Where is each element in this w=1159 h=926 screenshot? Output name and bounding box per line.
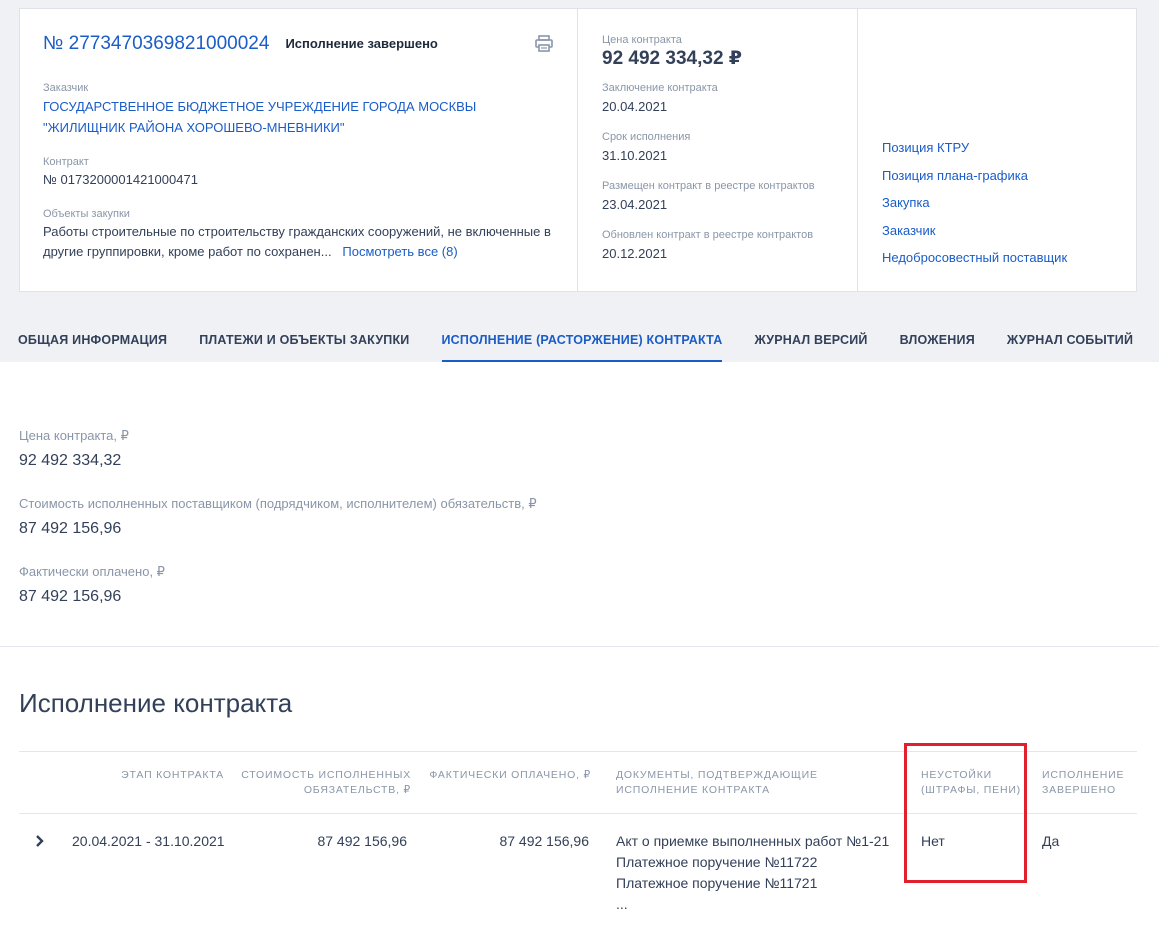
execution-table: ЭТАП КОНТРАКТА СТОИМОСТЬ ИСПОЛНЕННЫХ ОБЯ…: [19, 743, 1137, 912]
col-paid: ФАКТИЧЕСКИ ОПЛАЧЕНО, ₽: [429, 769, 591, 781]
execution-title: Исполнение контракта: [19, 688, 293, 718]
objects-description: Работы строительные по строительству гра…: [43, 224, 551, 259]
chevron-right-icon[interactable]: [33, 834, 47, 848]
tab-versions[interactable]: ЖУРНАЛ ВЕРСИЙ: [754, 320, 867, 362]
summary-paid-value: 87 492 156,96: [19, 588, 122, 605]
objects-text: Работы строительные по строительству гра…: [43, 222, 553, 262]
summary-paid: Фактически оплачено, ₽ 87 492 156,96: [19, 564, 165, 607]
customer-label: Заказчик: [43, 82, 89, 94]
term-label: Срок исполнения: [602, 131, 691, 143]
tab-payments[interactable]: ПЛАТЕЖИ И ОБЪЕКТЫ ЗАКУПКИ: [199, 320, 409, 362]
summary-fulfilled-label: Стоимость исполненных поставщиком (подря…: [19, 496, 537, 511]
section-divider: [0, 646, 1159, 647]
customer-page-link[interactable]: Заказчик: [882, 223, 1067, 238]
summary-price: Цена контракта, ₽ 92 492 334,32: [19, 428, 129, 471]
price-label: Цена контракта: [602, 34, 682, 46]
summary-paid-label: Фактически оплачено, ₽: [19, 564, 165, 579]
doc-payment-link[interactable]: Платежное поручение №11721: [616, 873, 906, 894]
ktru-position-link[interactable]: Позиция КТРУ: [882, 140, 1067, 155]
summary-fulfilled-value: 87 492 156,96: [19, 520, 122, 537]
summary-price-label: Цена контракта, ₽: [19, 428, 129, 443]
contract-status: Исполнение завершено: [285, 35, 438, 51]
tab-bar: ОБЩАЯ ИНФОРМАЦИЯ ПЛАТЕЖИ И ОБЪЕКТЫ ЗАКУП…: [0, 320, 1159, 362]
placed-date: 23.04.2021: [602, 197, 668, 212]
tab-execution[interactable]: ИСПОЛНЕНИЕ (РАСТОРЖЕНИЕ) КОНТРАКТА: [441, 320, 723, 362]
purchase-link[interactable]: Закупка: [882, 195, 1067, 210]
term-date: 31.10.2021: [602, 148, 668, 163]
related-links: Позиция КТРУ Позиция плана-графика Закуп…: [858, 9, 1136, 291]
plan-schedule-link[interactable]: Позиция плана-графика: [882, 168, 1067, 183]
contract-card: № 2773470369821000024 Исполнение заверше…: [19, 8, 1137, 292]
row-completed: Да: [1042, 833, 1060, 849]
customer-link[interactable]: ГОСУДАРСТВЕННОЕ БЮДЖЕТНОЕ УЧРЕЖДЕНИЕ ГОР…: [43, 96, 553, 138]
col-cost: СТОИМОСТЬ ИСПОЛНЕННЫХ ОБЯЗАТЕЛЬСТВ, ₽: [241, 769, 411, 796]
summary-price-value: 92 492 334,32: [19, 452, 122, 469]
placed-label: Размещен контракт в реестре контрактов: [602, 180, 815, 192]
tab-attachments[interactable]: ВЛОЖЕНИЯ: [900, 320, 975, 362]
contract-number: № 0173200001421000471: [43, 172, 198, 187]
unfair-supplier-link[interactable]: Недобросовестный поставщик: [882, 250, 1067, 265]
summary-fulfilled: Стоимость исполненных поставщиком (подря…: [19, 496, 537, 539]
contract-label: Контракт: [43, 156, 89, 168]
print-icon[interactable]: [535, 35, 553, 52]
tab-content: Цена контракта, ₽ 92 492 334,32 Стоимост…: [0, 362, 1159, 926]
tab-events[interactable]: ЖУРНАЛ СОБЫТИЙ: [1007, 320, 1133, 362]
contract-dates: Цена контракта 92 492 334,32 ₽ Заключени…: [578, 9, 858, 291]
col-docs: ДОКУМЕНТЫ, ПОДТВЕРЖДАЮЩИЕ ИСПОЛНЕНИЕ КОН…: [616, 769, 818, 796]
doc-more: ...: [616, 896, 628, 912]
highlight-box: [904, 743, 1027, 883]
updated-label: Обновлен контракт в реестре контрактов: [602, 229, 814, 241]
doc-payment-link[interactable]: Платежное поручение №11722: [616, 852, 906, 873]
tab-general-info[interactable]: ОБЩАЯ ИНФОРМАЦИЯ: [18, 320, 167, 362]
concluded-date: 20.04.2021: [602, 99, 668, 114]
objects-show-all-link[interactable]: Посмотреть все (8): [342, 244, 457, 259]
row-stage: 20.04.2021 - 31.10.2021: [72, 833, 225, 849]
concluded-label: Заключение контракта: [602, 82, 718, 94]
row-docs: Акт о приемке выполненных работ №1-21 Пл…: [616, 831, 906, 915]
row-cost: 87 492 156,96: [317, 833, 407, 849]
updated-date: 20.12.2021: [602, 246, 668, 261]
contract-price: 92 492 334,32 ₽: [602, 48, 743, 69]
col-completed: ИСПОЛНЕНИЕ ЗАВЕРШЕНО: [1042, 769, 1125, 796]
objects-label: Объекты закупки: [43, 208, 130, 220]
row-paid: 87 492 156,96: [499, 833, 589, 849]
contract-main-info: № 2773470369821000024 Исполнение заверше…: [20, 9, 578, 291]
doc-act-link[interactable]: Акт о приемке выполненных работ №1-21: [616, 831, 906, 852]
col-stage: ЭТАП КОНТРАКТА: [121, 769, 224, 781]
contract-reg-number[interactable]: № 2773470369821000024: [43, 33, 269, 55]
